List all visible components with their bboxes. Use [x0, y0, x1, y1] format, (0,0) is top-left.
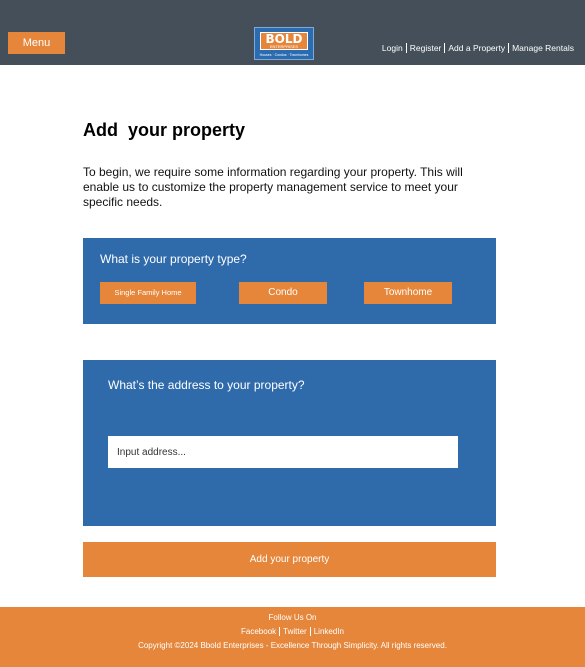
nav-register-link[interactable]: Register — [410, 43, 442, 53]
site-header: Menu BOLD ENTERPRISES Houses · Condos · … — [0, 0, 585, 65]
social-links: Facebook Twitter LinkedIn — [0, 627, 585, 636]
linkedin-link[interactable]: LinkedIn — [314, 627, 344, 636]
nav-divider — [508, 43, 510, 53]
intro-text: To begin, we require some information re… — [83, 165, 463, 209]
copyright-text: Copyright ©2024 Bbold Enterprises - Exce… — [138, 641, 447, 650]
address-question: What’s the address to your property? — [108, 378, 305, 392]
follow-us-label: Follow Us On — [268, 613, 317, 622]
condo-button[interactable]: Condo — [239, 282, 327, 304]
bold-enterprises-logo[interactable]: BOLD ENTERPRISES Houses · Condos · Townh… — [254, 27, 314, 60]
address-input[interactable] — [108, 436, 458, 468]
twitter-link[interactable]: Twitter — [283, 627, 307, 636]
footer-divider — [279, 627, 281, 636]
logo-badge: BOLD ENTERPRISES — [260, 32, 308, 50]
logo-tagline: Houses · Condos · Townhomes — [259, 53, 309, 57]
logo-subtitle: ENTERPRISES — [269, 44, 299, 49]
top-nav: Login Register Add a Property Manage Ren… — [382, 42, 574, 54]
footer-divider — [309, 627, 311, 636]
nav-divider — [444, 43, 446, 53]
nav-login-link[interactable]: Login — [382, 43, 403, 53]
nav-divider — [405, 43, 407, 53]
facebook-link[interactable]: Facebook — [241, 627, 276, 636]
property-type-question: What is your property type? — [100, 252, 247, 266]
address-card: What’s the address to your property? — [83, 360, 496, 526]
site-footer: Follow Us On Facebook Twitter LinkedIn C… — [0, 607, 585, 667]
menu-button[interactable]: Menu — [8, 32, 65, 54]
nav-manage-rentals-link[interactable]: Manage Rentals — [512, 43, 574, 53]
page-title: Add your property — [83, 120, 246, 140]
townhome-button[interactable]: Townhome — [364, 282, 452, 304]
single-family-home-button[interactable]: Single Family Home — [100, 282, 196, 304]
property-type-card: What is your property type? Single Famil… — [83, 238, 496, 324]
add-property-button[interactable]: Add your property — [83, 542, 496, 577]
nav-add-property-link[interactable]: Add a Property — [448, 43, 505, 53]
